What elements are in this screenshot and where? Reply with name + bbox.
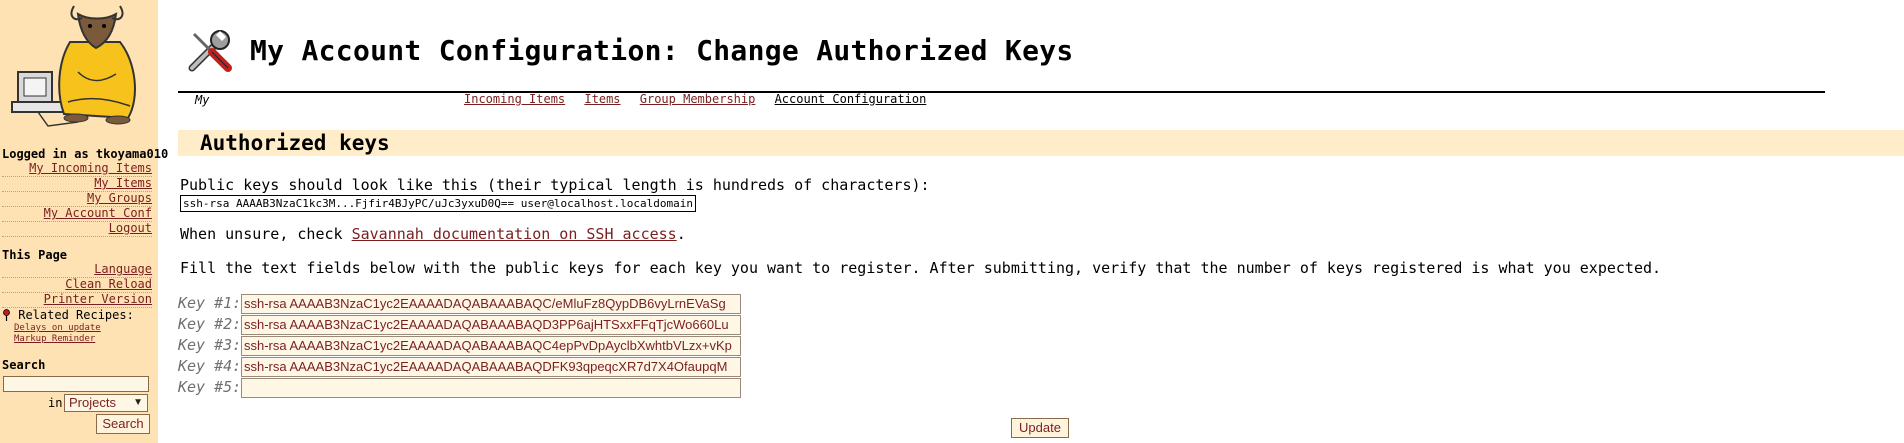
logged-in-label: Logged in as tkoyama010 <box>2 147 169 161</box>
key-2-label: Key #2: <box>178 315 242 333</box>
update-button[interactable]: Update <box>1011 418 1069 438</box>
ssh-docs-link[interactable]: Savannah documentation on SSH access <box>352 225 677 243</box>
sidebar-link-printer-version[interactable]: Printer Version <box>2 292 152 306</box>
search-button[interactable]: Search <box>96 414 150 434</box>
sidebar-link-clean-reload[interactable]: Clean Reload <box>2 277 152 291</box>
sidebar-link-language[interactable]: Language <box>2 262 152 276</box>
tools-icon <box>188 30 232 72</box>
section-title: Authorized keys <box>200 131 390 155</box>
nav-incoming-items[interactable]: Incoming Items <box>464 92 565 106</box>
nav-items[interactable]: Items <box>584 92 620 106</box>
nav-group-membership[interactable]: Group Membership <box>640 92 756 106</box>
key-1-label: Key #1: <box>178 294 242 312</box>
key-1-field[interactable]: ssh-rsa AAAAB3NzaC1yc2EAAAADAQABAAABAQC/… <box>241 294 741 314</box>
related-recipes-heading: Related Recipes: <box>18 308 134 322</box>
title-divider <box>178 91 1825 93</box>
sidebar-link-my-items[interactable]: My Items <box>2 176 152 190</box>
account-nav: Incoming Items Items Group Membership Ac… <box>464 92 938 106</box>
pin-icon <box>3 309 10 321</box>
intro-text: Public keys should look like this (their… <box>180 176 930 194</box>
sidebar: Logged in as tkoyama010 My Incoming Item… <box>0 0 169 443</box>
sidebar-link-account-conf[interactable]: My Account Conf <box>2 206 152 220</box>
search-in-label: in <box>48 396 63 410</box>
key-4-label: Key #4: <box>178 357 242 375</box>
nav-account-configuration[interactable]: Account Configuration <box>775 92 927 106</box>
sidebar-link-logout[interactable]: Logout <box>2 221 152 235</box>
unsure-text: When unsure, check Savannah documentatio… <box>180 225 686 243</box>
related-link-markup[interactable]: Markup Reminder <box>14 334 164 344</box>
chevron-down-icon: ▼ <box>133 397 143 408</box>
related-recipes: Related Recipes: <box>2 308 152 322</box>
nav-my-label: My <box>195 93 210 107</box>
key-5-field[interactable] <box>241 378 741 398</box>
sidebar-link-incoming-items[interactable]: My Incoming Items <box>2 161 152 175</box>
key-4-field[interactable]: ssh-rsa AAAAB3NzaC1yc2EAAAADAQABAAABAQDF… <box>241 357 741 377</box>
search-heading: Search <box>2 358 46 372</box>
search-scope-value: Projects <box>69 395 116 410</box>
this-page-heading: This Page <box>2 248 68 262</box>
key-5-label: Key #5: <box>178 378 242 396</box>
key-2-field[interactable]: ssh-rsa AAAAB3NzaC1yc2EAAAADAQABAAABAQD3… <box>241 315 741 335</box>
sidebar-link-my-groups[interactable]: My Groups <box>2 191 152 205</box>
page-title: My Account Configuration: Change Authori… <box>250 34 1074 67</box>
gnu-logo-icon[interactable] <box>8 2 156 130</box>
search-input[interactable] <box>3 376 149 392</box>
key-3-field[interactable]: ssh-rsa AAAAB3NzaC1yc2EAAAADAQABAAABAQC4… <box>241 336 741 356</box>
key-3-label: Key #3: <box>178 336 242 354</box>
section-header-band <box>178 130 1904 156</box>
instructions-text: Fill the text fields below with the publ… <box>180 259 1662 277</box>
search-scope-select[interactable]: Projects ▼ <box>64 394 148 412</box>
related-link-delays[interactable]: Delays on update <box>14 323 164 333</box>
example-key-box: ssh-rsa AAAAB3NzaC1kc3M...Fjfir4BJyPC/uJ… <box>180 195 696 212</box>
